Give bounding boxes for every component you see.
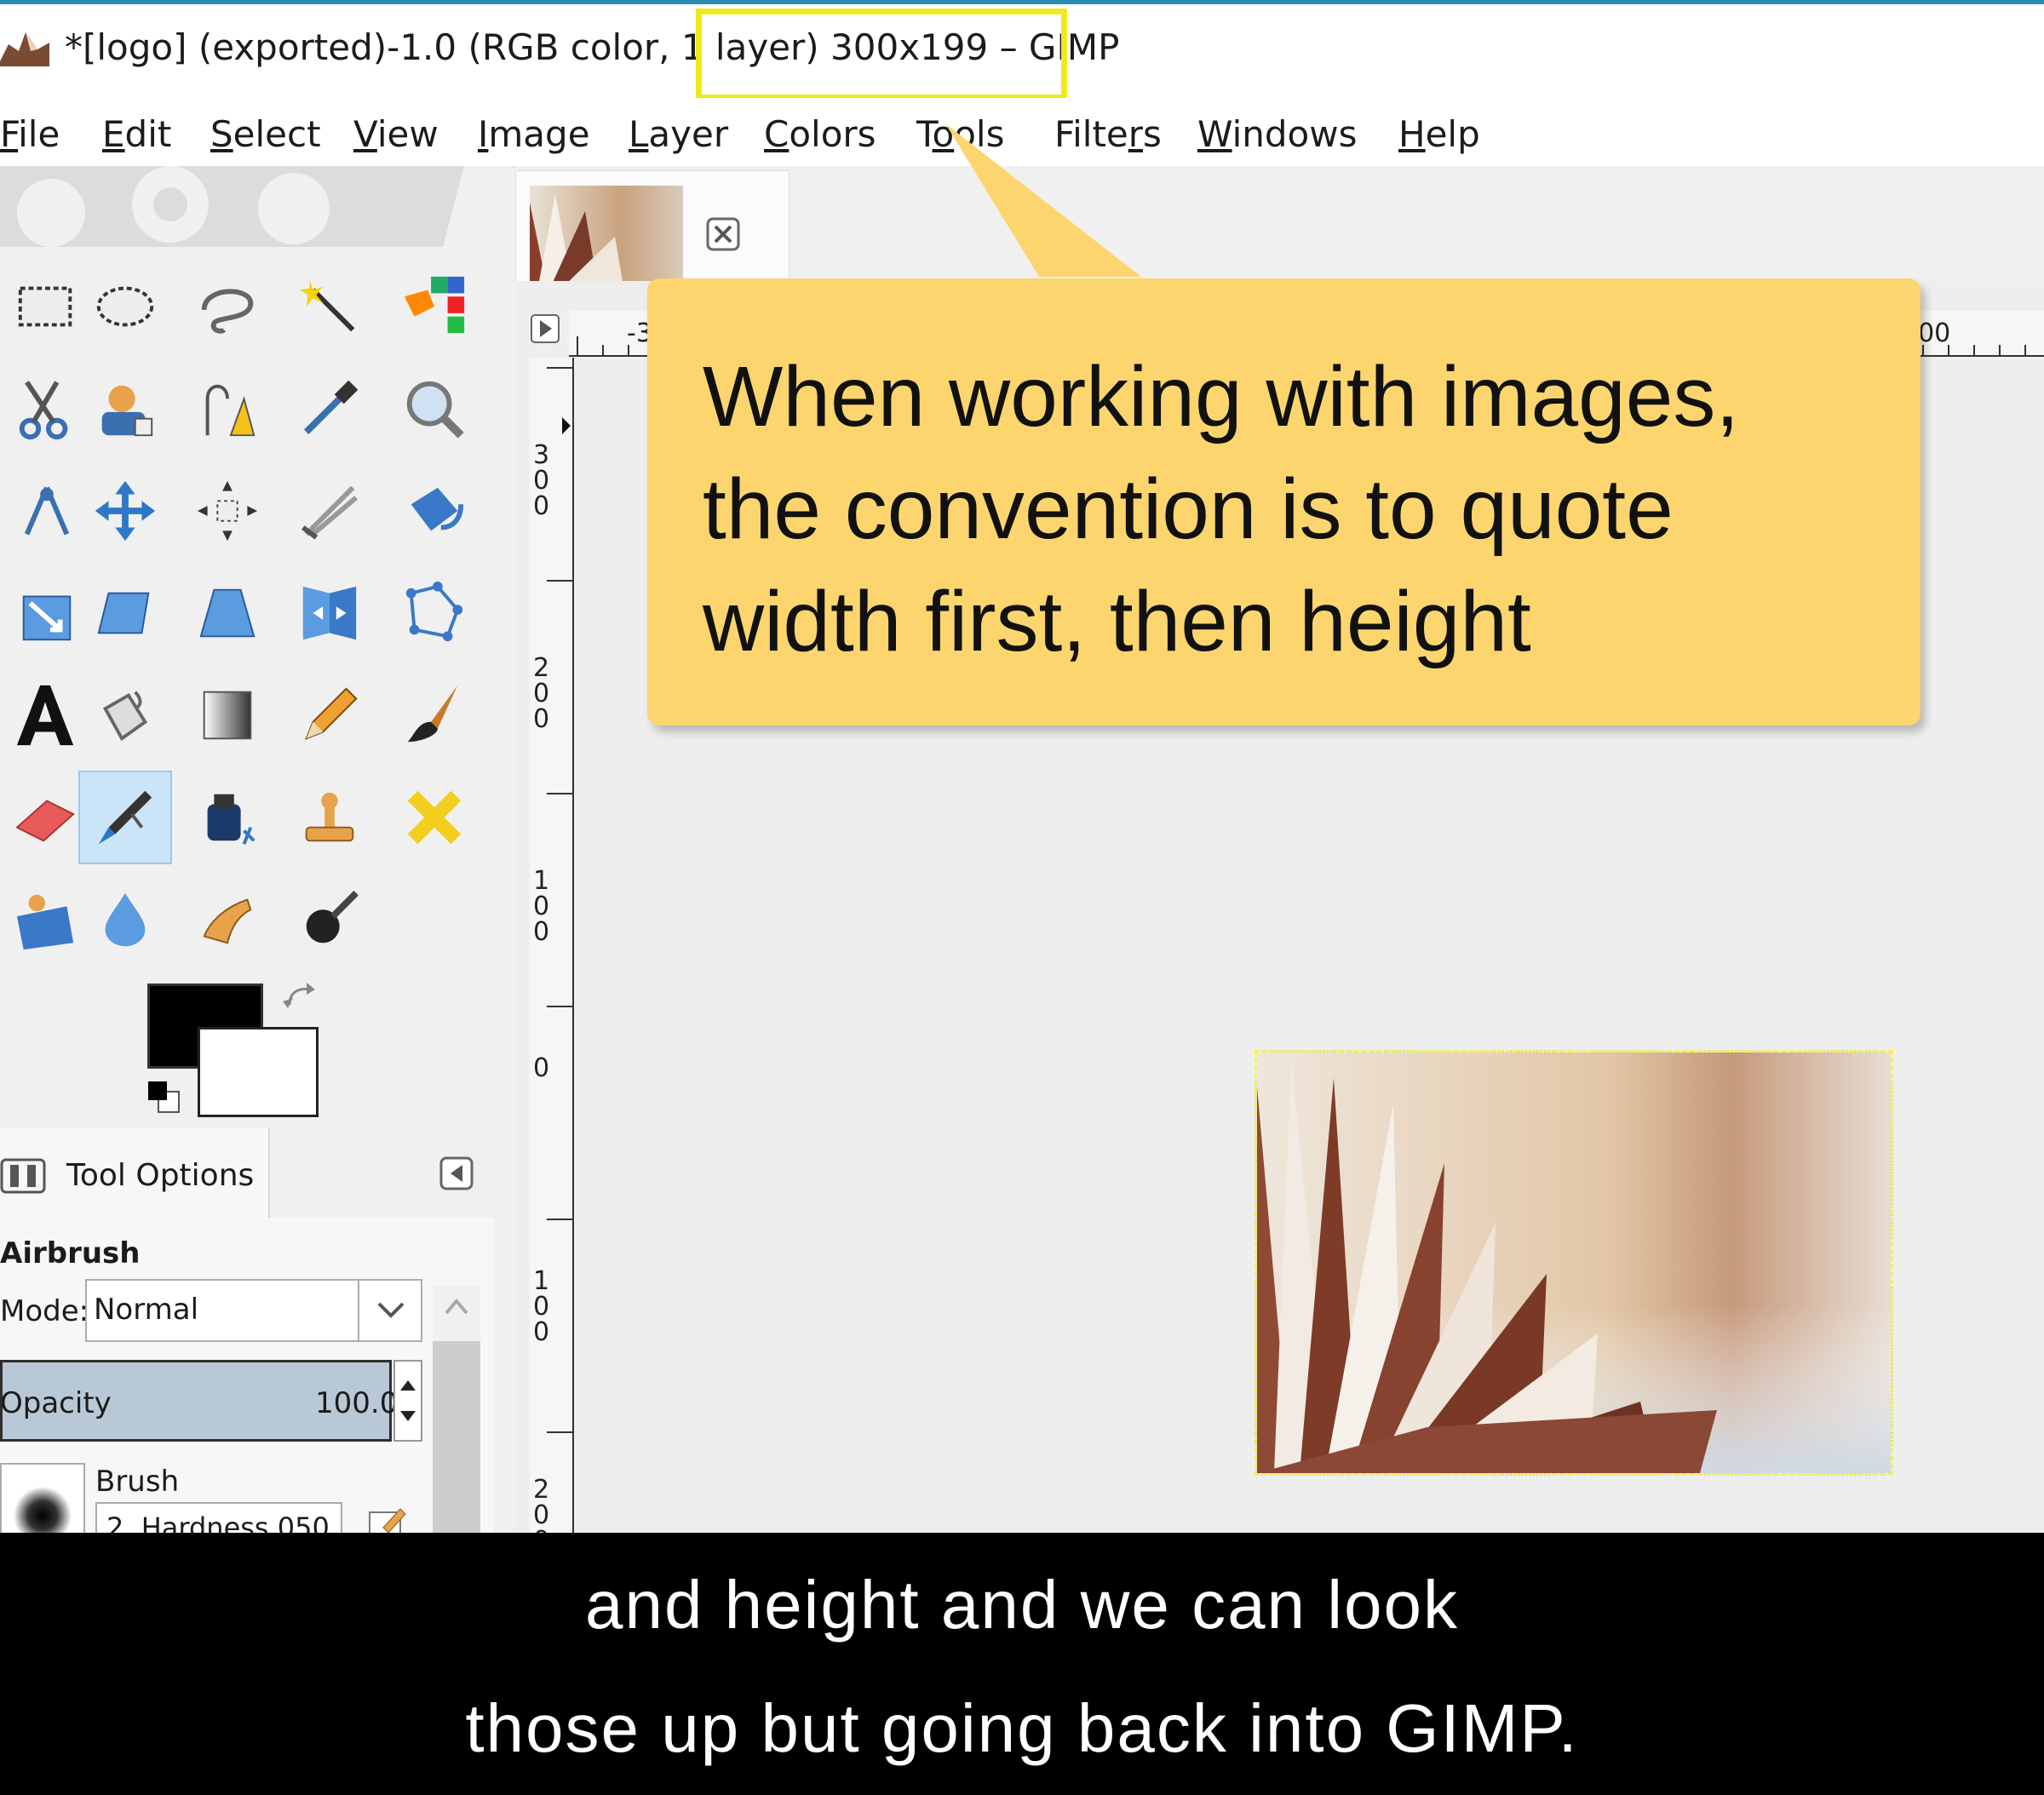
swap-colors-icon[interactable] bbox=[281, 979, 324, 1022]
dimension-highlight-box bbox=[696, 9, 1067, 100]
airbrush-icon[interactable] bbox=[78, 771, 172, 864]
ruler-label: 100 bbox=[533, 1266, 550, 1347]
menu-view[interactable]: View bbox=[353, 113, 439, 156]
image-canvas[interactable] bbox=[1255, 1050, 1893, 1476]
cage-icon[interactable] bbox=[388, 566, 481, 660]
tool-options-tool-name: Airbrush bbox=[0, 1236, 141, 1270]
opacity-value: 100.0 bbox=[315, 1386, 399, 1420]
foreground-select-icon[interactable] bbox=[78, 362, 172, 456]
menu-colors[interactable]: Colors bbox=[764, 113, 876, 156]
vertical-ruler[interactable]: 300 200 100 0 100 200 bbox=[530, 358, 574, 1554]
align-icon[interactable] bbox=[181, 464, 274, 558]
brush-preview[interactable] bbox=[0, 1463, 85, 1545]
callout-line: When working with images, bbox=[703, 349, 1740, 444]
fuzzy-select-icon[interactable] bbox=[283, 260, 376, 353]
crop-icon[interactable] bbox=[283, 464, 376, 558]
perspective-icon[interactable] bbox=[181, 566, 274, 660]
scrollbar-track[interactable] bbox=[433, 1341, 480, 1533]
zoom-icon[interactable] bbox=[388, 362, 481, 456]
rotate-icon[interactable] bbox=[388, 464, 481, 558]
close-icon[interactable] bbox=[705, 216, 741, 252]
ellipse-select-icon[interactable] bbox=[78, 260, 172, 353]
mode-label: Mode: bbox=[0, 1294, 89, 1328]
paths-icon[interactable] bbox=[181, 362, 274, 456]
opacity-spin-button[interactable] bbox=[393, 1360, 422, 1442]
callout-pointer bbox=[928, 123, 1150, 294]
menu-select[interactable]: Select bbox=[210, 113, 321, 156]
dodge-burn-icon[interactable] bbox=[283, 873, 376, 966]
callout-text: When working with images, the convention… bbox=[703, 341, 1895, 678]
ruler-label: 0 bbox=[533, 1053, 550, 1083]
ruler-label: 300 bbox=[533, 440, 550, 521]
color-picker-icon[interactable] bbox=[283, 362, 376, 456]
callout-line: the convention is to quote bbox=[703, 462, 1674, 557]
chevron-down-icon[interactable] bbox=[358, 1281, 422, 1340]
menu-help[interactable]: Help bbox=[1398, 113, 1480, 156]
blur-icon[interactable] bbox=[78, 873, 172, 966]
move-icon[interactable] bbox=[78, 464, 172, 558]
tool-options-icon bbox=[0, 1156, 49, 1196]
gradient-icon[interactable] bbox=[181, 668, 274, 762]
ruler-label: 100 bbox=[533, 866, 550, 947]
subtitle-line-1: and height and we can look bbox=[584, 1567, 1460, 1643]
flip-icon[interactable] bbox=[283, 566, 376, 660]
color-select-icon[interactable] bbox=[388, 260, 481, 353]
menu-windows[interactable]: Windows bbox=[1197, 113, 1358, 156]
opacity-label: Opacity bbox=[0, 1386, 112, 1420]
menu-image[interactable]: Image bbox=[478, 113, 590, 156]
callout-line: width first, then height bbox=[703, 574, 1531, 669]
paintbrush-icon[interactable] bbox=[388, 668, 481, 762]
free-select-icon[interactable] bbox=[181, 260, 274, 353]
tool-options-tab-label: Tool Options bbox=[66, 1158, 255, 1193]
pencil-icon[interactable] bbox=[283, 668, 376, 762]
quick-mask-toggle-icon[interactable] bbox=[530, 313, 560, 344]
subtitle-line-2: those up but going back into GIMP. bbox=[465, 1690, 1579, 1766]
brush-label: Brush bbox=[95, 1465, 180, 1499]
bucket-fill-icon[interactable] bbox=[78, 668, 172, 762]
image-tab-thumbnail[interactable] bbox=[530, 186, 683, 286]
smudge-icon[interactable] bbox=[181, 873, 274, 966]
mode-value: Normal bbox=[94, 1293, 199, 1327]
clone-icon[interactable] bbox=[283, 771, 376, 864]
default-colors-icon[interactable] bbox=[146, 1080, 186, 1119]
menu-file[interactable]: File bbox=[0, 113, 60, 156]
configure-tab-icon[interactable] bbox=[439, 1156, 474, 1191]
background-color-swatch[interactable] bbox=[198, 1027, 319, 1117]
menu-edit[interactable]: Edit bbox=[102, 113, 171, 156]
menu-layer[interactable]: Layer bbox=[629, 113, 728, 156]
gimp-app-icon[interactable] bbox=[0, 26, 49, 68]
ink-icon[interactable] bbox=[181, 771, 274, 864]
shear-icon[interactable] bbox=[78, 566, 172, 660]
wilber-drop-zone bbox=[0, 166, 477, 251]
ruler-label: 200 bbox=[533, 653, 550, 734]
heal-icon[interactable] bbox=[388, 771, 481, 864]
